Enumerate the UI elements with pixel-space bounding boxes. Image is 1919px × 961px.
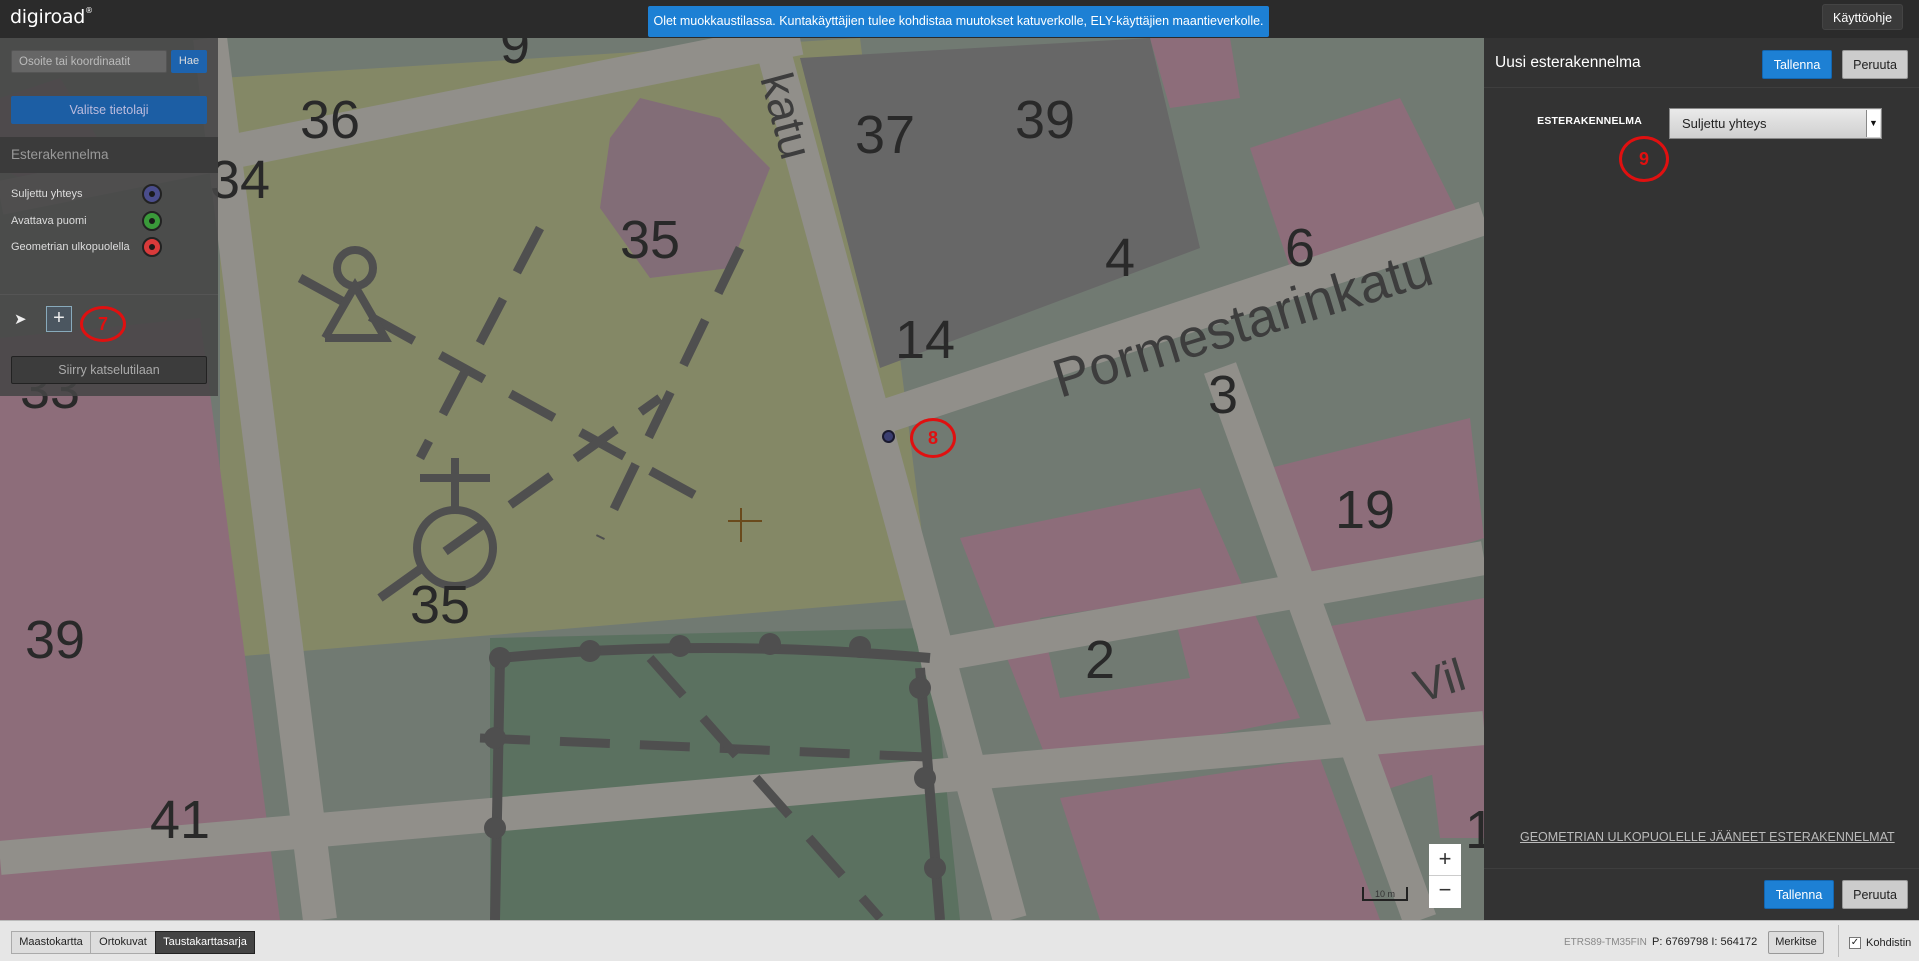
background-map-series-button[interactable]: Taustakarttasarja bbox=[155, 931, 255, 954]
svg-text:39: 39 bbox=[1015, 90, 1075, 150]
address-search-input[interactable] bbox=[11, 50, 167, 73]
select-layer-button[interactable]: Valitse tietolaji bbox=[11, 96, 207, 124]
outside-geometry-icon bbox=[142, 237, 162, 257]
form-title: Uusi esterakennelma bbox=[1495, 54, 1641, 71]
add-point-tool-plus-icon[interactable]: + bbox=[46, 306, 72, 332]
cursor-checkbox[interactable]: ✓ bbox=[1849, 937, 1861, 949]
svg-text:3: 3 bbox=[1208, 365, 1238, 425]
svg-text:6: 6 bbox=[1285, 218, 1315, 278]
zoom-in-button[interactable]: + bbox=[1429, 844, 1461, 876]
svg-text:39: 39 bbox=[25, 610, 85, 670]
map-center-crosshair bbox=[728, 508, 762, 542]
svg-text:19: 19 bbox=[1335, 480, 1395, 540]
asset-form-panel: Uusi esterakennelma Tallenna Peruuta EST… bbox=[1484, 38, 1919, 920]
top-bar: digiroad® Olet muokkaustilassa. Kuntakäy… bbox=[0, 0, 1919, 38]
background-terrain-map-button[interactable]: Maastokartta bbox=[11, 931, 91, 954]
legend-item-closed-connection: Suljettu yhteys bbox=[11, 184, 211, 204]
background-orthophoto-button[interactable]: Ortokuvat bbox=[90, 931, 156, 954]
svg-text:41: 41 bbox=[150, 790, 210, 850]
map-scale-bar: 10 m bbox=[1362, 887, 1408, 901]
barrier-type-value: Suljettu yhteys bbox=[1682, 116, 1767, 131]
opening-gate-icon bbox=[142, 211, 162, 231]
cursor-checkbox-label: Kohdistin bbox=[1866, 937, 1912, 949]
bottom-bar: Maastokartta Ortokuvat Taustakarttasarja… bbox=[0, 920, 1919, 961]
search-button[interactable]: Hae bbox=[171, 50, 207, 73]
svg-text:2: 2 bbox=[1085, 630, 1115, 690]
svg-text:1: 1 bbox=[1465, 800, 1484, 860]
help-button[interactable]: Käyttöohje bbox=[1822, 4, 1904, 30]
chevron-down-icon[interactable]: ▼ bbox=[1866, 110, 1880, 137]
legend-item-opening-gate: Avattava puomi bbox=[11, 211, 211, 231]
barrier-point-marker[interactable] bbox=[882, 430, 895, 443]
select-tool-cursor-icon[interactable]: ➤ bbox=[14, 310, 34, 330]
save-button-top[interactable]: Tallenna bbox=[1762, 50, 1832, 79]
svg-text:35: 35 bbox=[410, 575, 470, 635]
svg-text:34: 34 bbox=[210, 150, 270, 210]
divider bbox=[1484, 868, 1919, 869]
cancel-button-bottom[interactable]: Peruuta bbox=[1842, 880, 1908, 909]
legend-label: Suljettu yhteys bbox=[11, 188, 83, 200]
svg-text:37: 37 bbox=[855, 105, 915, 165]
divider bbox=[1838, 925, 1839, 957]
background-map: Pormestarinkatu katu Vil 36 34 9 37 39 3… bbox=[0, 38, 1484, 920]
tool-panel: Hae Valitse tietolaji Esterakennelma Sul… bbox=[0, 38, 218, 396]
divider bbox=[0, 294, 218, 295]
closed-connection-icon bbox=[142, 184, 162, 204]
legend-item-outside-geometry: Geometrian ulkopuolella bbox=[11, 237, 211, 257]
svg-text:4: 4 bbox=[1105, 228, 1135, 288]
annotation-marker-8: 8 bbox=[910, 418, 956, 458]
annotation-marker-7: 7 bbox=[80, 306, 126, 342]
legend-label: Geometrian ulkopuolella bbox=[11, 241, 130, 253]
outside-geometry-barriers-link[interactable]: GEOMETRIAN ULKOPUOLELLE JÄÄNEET ESTERAKE… bbox=[1520, 830, 1895, 844]
svg-text:36: 36 bbox=[300, 90, 360, 150]
annotation-marker-9: 9 bbox=[1619, 136, 1669, 182]
barrier-type-label: ESTERAKENNELMA bbox=[1537, 115, 1642, 127]
edit-mode-notice: Olet muokkaustilassa. Kuntakäyttäjien tu… bbox=[648, 6, 1269, 37]
save-button-bottom[interactable]: Tallenna bbox=[1764, 880, 1834, 909]
svg-text:9: 9 bbox=[500, 38, 530, 75]
mark-coordinates-button[interactable]: Merkitse bbox=[1768, 931, 1824, 954]
svg-text:35: 35 bbox=[620, 210, 680, 270]
form-header: Uusi esterakennelma Tallenna Peruuta bbox=[1484, 38, 1919, 88]
barrier-type-select[interactable]: Suljettu yhteys ▼ bbox=[1669, 108, 1882, 139]
view-mode-button[interactable]: Siirry katselutilaan bbox=[11, 356, 207, 384]
cancel-button-top[interactable]: Peruuta bbox=[1842, 50, 1908, 79]
coordinate-system-label: ETRS89-TM35FIN bbox=[1564, 937, 1647, 948]
zoom-out-button[interactable]: − bbox=[1429, 876, 1461, 908]
legend-label: Avattava puomi bbox=[11, 215, 87, 227]
layer-title: Esterakennelma bbox=[0, 137, 218, 173]
svg-text:14: 14 bbox=[895, 310, 955, 370]
map-view[interactable]: Pormestarinkatu katu Vil 36 34 9 37 39 3… bbox=[0, 38, 1484, 920]
cursor-coordinates: P: 6769798 I: 564172 bbox=[1652, 936, 1758, 948]
app-logo[interactable]: digiroad® bbox=[10, 6, 93, 28]
